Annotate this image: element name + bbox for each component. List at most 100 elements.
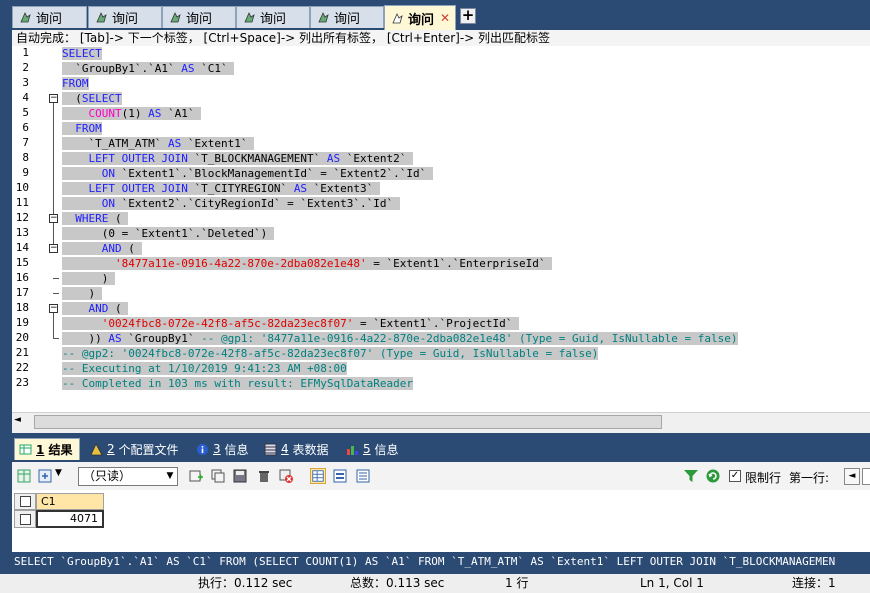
table-cell[interactable]: 4071: [36, 510, 104, 528]
selected-text: ON `Extent1`.`BlockManagementId` = `Exte…: [62, 167, 433, 180]
line-number: 13: [15, 226, 29, 239]
query-icon: [244, 12, 255, 23]
code-line[interactable]: AND (: [62, 241, 142, 256]
add-row-icon[interactable]: [188, 468, 204, 484]
code-line[interactable]: -- Completed in 103 ms with result: EFMy…: [62, 376, 413, 391]
code-token: `Extent1`: [181, 137, 255, 150]
line-number: 14: [15, 241, 29, 254]
limit-rows-checkbox[interactable]: ✓: [729, 470, 741, 482]
line-number: 21: [15, 346, 29, 359]
chevron-down-icon[interactable]: ▼: [163, 467, 177, 486]
query-icon: [170, 12, 181, 23]
code-token: LEFT OUTER JOIN: [88, 152, 188, 165]
add-tab-button[interactable]: +: [460, 8, 476, 24]
import-icon[interactable]: [37, 468, 53, 484]
tab-number: 2: [107, 442, 115, 456]
code-line[interactable]: FROM: [62, 121, 102, 136]
text-view-icon[interactable]: [355, 468, 371, 484]
code-line[interactable]: WHERE (: [62, 211, 129, 226]
query-tab-3[interactable]: 询问: [162, 6, 236, 28]
tab-table-data[interactable]: 4 表数据: [264, 438, 328, 460]
fold-toggle[interactable]: −: [49, 214, 58, 223]
select-all-cell[interactable]: [14, 493, 36, 510]
code-area[interactable]: SELECT `GroupBy1`.`A1` AS `C1` FROM (SEL…: [62, 46, 870, 412]
first-row-input[interactable]: [862, 468, 870, 485]
code-line[interactable]: '0024fbc8-072e-42f8-af5c-82da23ec8f07' =…: [62, 316, 519, 331]
grid-view-icon[interactable]: [310, 468, 326, 484]
row-selector[interactable]: [14, 510, 36, 528]
selected-text: LEFT OUTER JOIN `T_CITYREGION` AS `Exten…: [62, 182, 380, 195]
code-token: (: [108, 302, 129, 315]
query-tab-2[interactable]: 询问: [88, 6, 162, 28]
code-token: FROM: [75, 122, 102, 135]
scrollbar-thumb[interactable]: [34, 415, 662, 429]
code-line[interactable]: LEFT OUTER JOIN `T_BLOCKMANAGEMENT` AS `…: [62, 151, 414, 166]
refresh-icon[interactable]: [705, 468, 721, 484]
line-number: 19: [15, 316, 29, 329]
previous-page-button[interactable]: ◄: [844, 468, 860, 485]
code-line[interactable]: COUNT(1) AS `A1`: [62, 106, 202, 121]
selected-text: -- Completed in 103 ms with result: EFMy…: [62, 377, 413, 390]
code-line[interactable]: AND (: [62, 301, 129, 316]
code-line[interactable]: ON `Extent1`.`BlockManagementId` = `Exte…: [62, 166, 433, 181]
query-tab-active[interactable]: 询问 ✕: [384, 5, 456, 30]
sql-preview: SELECT `GroupBy1`.`A1` AS `C1` FROM (SEL…: [12, 552, 870, 571]
column-header-c1[interactable]: C1: [36, 493, 104, 510]
code-line[interactable]: ): [62, 271, 115, 286]
code-line[interactable]: `T_ATM_ATM` AS `Extent1`: [62, 136, 255, 151]
code-token: FROM: [62, 77, 89, 90]
selected-text: AND (: [62, 302, 129, 315]
code-line[interactable]: ON `Extent2`.`CityRegionId` = `Extent3`.…: [62, 196, 400, 211]
code-line[interactable]: (SELECT: [62, 91, 122, 106]
code-token: `Extent2`: [340, 152, 414, 165]
line-number: 3: [22, 76, 29, 89]
code-line[interactable]: '8477a11e-0916-4a22-870e-2dba082e1e48' =…: [62, 256, 553, 271]
chevron-down-icon[interactable]: ▼: [55, 468, 62, 478]
code-line[interactable]: )) AS `GroupBy1` -- @gp1: '8477a11e-0916…: [62, 331, 738, 346]
select-all-checkbox[interactable]: [20, 496, 31, 507]
code-line[interactable]: SELECT: [62, 46, 102, 61]
row-checkbox[interactable]: [20, 514, 31, 525]
form-view-icon[interactable]: [332, 468, 348, 484]
grid-icon: [264, 443, 277, 455]
delete-icon[interactable]: [256, 468, 272, 484]
fold-toggle[interactable]: −: [49, 94, 58, 103]
status-bar: 执行：0.112 sec 总数：0.113 sec 1 行 Ln 1, Col …: [0, 574, 870, 593]
code-line[interactable]: FROM: [62, 76, 89, 91]
code-line[interactable]: -- @gp2: '0024fbc8-072e-42f8-af5c-82da23…: [62, 346, 599, 361]
tab-number: 3: [213, 442, 221, 456]
tab-info[interactable]: 3 信息: [196, 438, 248, 460]
fold-toggle[interactable]: −: [49, 304, 58, 313]
code-token: AS: [293, 182, 308, 195]
cancel-changes-icon[interactable]: [278, 468, 294, 484]
fold-toggle[interactable]: −: [49, 244, 58, 253]
tab-results[interactable]: 1 结果: [14, 438, 80, 460]
duplicate-row-icon[interactable]: [210, 468, 226, 484]
code-token: ): [62, 272, 115, 285]
tab-label: 信息: [374, 442, 399, 457]
tab-info-2[interactable]: 5 信息: [346, 438, 398, 460]
tab-profiles[interactable]: 2 个配置文件: [90, 438, 178, 460]
save-icon[interactable]: [232, 468, 248, 484]
scroll-left-icon[interactable]: ◄: [14, 415, 21, 425]
query-tab-5[interactable]: 询问: [310, 6, 384, 28]
code-line[interactable]: (0 = `Extent1`.`Deleted`): [62, 226, 274, 241]
code-line[interactable]: ): [62, 286, 102, 301]
filter-icon[interactable]: [683, 468, 699, 484]
code-token: -- @gp2: '0024fbc8-072e-42f8-af5c-82da23…: [62, 347, 599, 360]
code-token: -- Executing at 1/10/2019 9:41:23 AM +08…: [62, 362, 347, 375]
code-line[interactable]: `GroupBy1`.`A1` AS `C1`: [62, 61, 235, 76]
selected-text: WHERE (: [62, 212, 129, 225]
query-tab-4[interactable]: 询问: [236, 6, 310, 28]
code-line[interactable]: LEFT OUTER JOIN `T_CITYREGION` AS `Exten…: [62, 181, 380, 196]
export-icon[interactable]: [16, 468, 32, 484]
code-line[interactable]: -- Executing at 1/10/2019 9:41:23 AM +08…: [62, 361, 347, 376]
close-tab-icon[interactable]: ✕: [440, 11, 450, 25]
line-number: 23: [15, 376, 29, 389]
query-tab-1[interactable]: 询问: [12, 6, 87, 28]
line-number: 1: [22, 46, 29, 59]
